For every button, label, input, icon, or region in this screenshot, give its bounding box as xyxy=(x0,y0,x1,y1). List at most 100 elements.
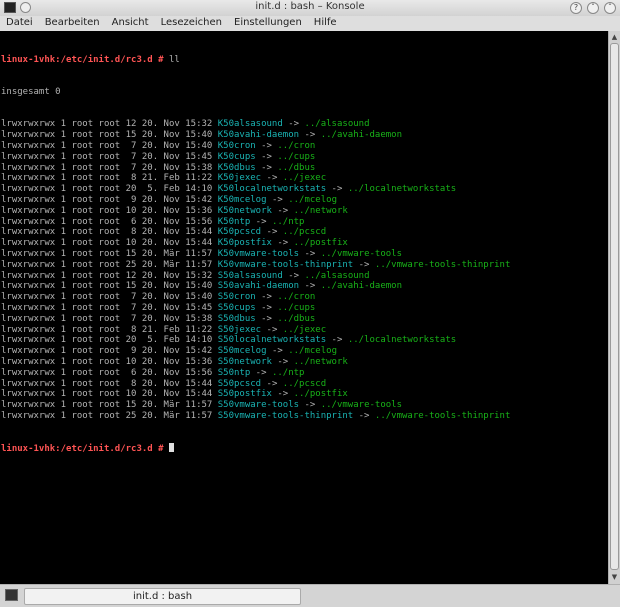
symlink-target: ../ntp xyxy=(271,367,305,378)
title-bar[interactable]: init.d : bash – Konsole ? ˇ ˆ xyxy=(0,0,620,17)
list-item: lrwxrwxrwx 1 root root 7 20. Nov 15:40 S… xyxy=(1,292,510,303)
list-item: lrwxrwxrwx 1 root root 7 20. Nov 15:45 K… xyxy=(1,152,510,163)
link-arrow: -> xyxy=(326,335,348,346)
symlink-name: K50dbus xyxy=(217,162,256,173)
list-item: lrwxrwxrwx 1 root root 7 20. Nov 15:45 S… xyxy=(1,303,510,314)
menu-einstellungen[interactable]: Einstellungen xyxy=(228,16,308,31)
link-arrow: -> xyxy=(261,378,283,389)
link-arrow: -> xyxy=(353,259,375,270)
list-item: lrwxrwxrwx 1 root root 15 20. Nov 15:40 … xyxy=(1,281,510,292)
file-meta: lrwxrwxrwx 1 root root 9 20. Nov 15:42 xyxy=(1,194,218,205)
symlink-target: ../vmware-tools xyxy=(320,248,402,259)
link-arrow: -> xyxy=(250,216,272,227)
terminal-area[interactable]: linux-1vhk:/etc/init.d/rc3.d # ll insges… xyxy=(0,31,608,584)
symlink-name: S50postfix xyxy=(217,389,272,400)
symlink-name: S50avahi-daemon xyxy=(217,281,300,292)
tab-bar: init.d : bash xyxy=(0,584,620,607)
list-item: lrwxrwxrwx 1 root root 9 20. Nov 15:42 K… xyxy=(1,195,510,206)
list-item: lrwxrwxrwx 1 root root 12 20. Nov 15:32 … xyxy=(1,271,510,282)
menu-ansicht[interactable]: Ansicht xyxy=(106,16,155,31)
symlink-target: ../dbus xyxy=(277,313,316,324)
file-meta: lrwxrwxrwx 1 root root 7 20. Nov 15:45 xyxy=(1,151,218,162)
symlink-target: ../vmware-tools-thinprint xyxy=(374,259,511,270)
symlink-name: S50mcelog xyxy=(217,346,267,357)
link-arrow: -> xyxy=(271,356,294,367)
link-arrow: -> xyxy=(282,119,305,130)
file-meta: lrwxrwxrwx 1 root root 15 20. Nov 15:40 xyxy=(1,281,218,292)
file-meta: lrwxrwxrwx 1 root root 7 20. Nov 15:40 xyxy=(1,292,218,303)
file-meta: lrwxrwxrwx 1 root root 20 5. Feb 14:10 xyxy=(1,335,218,346)
list-item: lrwxrwxrwx 1 root root 7 20. Nov 15:38 S… xyxy=(1,314,510,325)
tab-init-d-bash[interactable]: init.d : bash xyxy=(24,588,301,605)
symlink-target: ../network xyxy=(293,205,348,216)
link-arrow: -> xyxy=(266,346,289,357)
list-item: lrwxrwxrwx 1 root root 9 20. Nov 15:42 S… xyxy=(1,346,510,357)
symlink-target: ../alsasound xyxy=(304,119,370,130)
link-arrow: -> xyxy=(255,140,278,151)
scrollbar-thumb[interactable] xyxy=(610,43,619,570)
file-meta: lrwxrwxrwx 1 root root 10 20. Nov 15:36 xyxy=(1,205,218,216)
list-item: lrwxrwxrwx 1 root root 10 20. Nov 15:44 … xyxy=(1,238,510,249)
listing-total: insgesamt 0 xyxy=(1,86,61,97)
symlink-name: K50network xyxy=(217,205,272,216)
symlink-target: ../mcelog xyxy=(288,194,337,205)
symlink-name: K50mcelog xyxy=(217,194,267,205)
list-item: lrwxrwxrwx 1 root root 6 20. Nov 15:56 K… xyxy=(1,217,510,228)
list-item: lrwxrwxrwx 1 root root 20 5. Feb 14:10 K… xyxy=(1,184,510,195)
link-arrow: -> xyxy=(326,184,348,195)
menu-bearbeiten[interactable]: Bearbeiten xyxy=(39,16,106,31)
list-item: lrwxrwxrwx 1 root root 20 5. Feb 14:10 S… xyxy=(1,335,510,346)
symlink-target: ../cron xyxy=(277,292,316,303)
menu-hilfe[interactable]: Hilfe xyxy=(308,16,343,31)
symlink-name: S50vmware-tools-thinprint xyxy=(217,410,354,421)
file-meta: lrwxrwxrwx 1 root root 15 20. Mär 11:57 xyxy=(1,400,218,411)
symlink-name: S50vmware-tools xyxy=(217,400,300,411)
symlink-target: ../vmware-tools-thinprint xyxy=(374,410,511,421)
file-meta: lrwxrwxrwx 1 root root 25 20. Mär 11:57 xyxy=(1,410,218,421)
file-meta: lrwxrwxrwx 1 root root 12 20. Nov 15:32 xyxy=(1,270,218,281)
scroll-up-icon[interactable]: ▲ xyxy=(610,33,619,42)
current-prompt-line: linux-1vhk:/etc/init.d/rc3.d # xyxy=(1,443,510,454)
symlink-target: ../postfix xyxy=(293,238,348,249)
list-item: lrwxrwxrwx 1 root root 25 20. Mär 11:57 … xyxy=(1,411,510,422)
help-icon[interactable]: ? xyxy=(570,2,582,14)
list-item: lrwxrwxrwx 1 root root 15 20. Nov 15:40 … xyxy=(1,130,510,141)
link-arrow: -> xyxy=(271,238,294,249)
file-meta: lrwxrwxrwx 1 root root 7 20. Nov 15:45 xyxy=(1,302,218,313)
list-item: lrwxrwxrwx 1 root root 6 20. Nov 15:56 S… xyxy=(1,368,510,379)
symlink-name: S50cron xyxy=(217,292,256,303)
symlink-name: S50alsasound xyxy=(217,270,283,281)
symlink-target: ../localnetworkstats xyxy=(347,184,457,195)
text-cursor xyxy=(168,443,174,453)
minimize-icon[interactable]: ˇ xyxy=(587,2,599,14)
file-meta: lrwxrwxrwx 1 root root 10 20. Nov 15:44 xyxy=(1,389,218,400)
new-tab-icon[interactable] xyxy=(5,589,18,601)
file-meta: lrwxrwxrwx 1 root root 6 20. Nov 15:56 xyxy=(1,216,218,227)
symlink-name: S50localnetworkstats xyxy=(217,335,327,346)
link-arrow: -> xyxy=(299,281,321,292)
scrollbar[interactable]: ▲ ▼ xyxy=(608,31,620,584)
symlink-target: ../cups xyxy=(277,302,316,313)
list-item: lrwxrwxrwx 1 root root 15 20. Mär 11:57 … xyxy=(1,249,510,260)
file-meta: lrwxrwxrwx 1 root root 8 21. Feb 11:22 xyxy=(1,173,218,184)
list-item: lrwxrwxrwx 1 root root 8 21. Feb 11:22 K… xyxy=(1,173,510,184)
maximize-icon[interactable]: ˆ xyxy=(604,2,616,14)
scroll-down-icon[interactable]: ▼ xyxy=(610,573,619,582)
list-item: lrwxrwxrwx 1 root root 10 20. Nov 15:36 … xyxy=(1,206,510,217)
menu-datei[interactable]: Datei xyxy=(0,16,39,31)
link-arrow: -> xyxy=(299,400,321,411)
symlink-name: S50cups xyxy=(217,302,256,313)
link-arrow: -> xyxy=(261,324,283,335)
link-arrow: -> xyxy=(282,270,305,281)
symlink-name: K50vmware-tools xyxy=(217,248,300,259)
symlink-target: ../localnetworkstats xyxy=(347,335,457,346)
symlink-name: S50jexec xyxy=(217,324,262,335)
symlink-name: K50cups xyxy=(217,151,256,162)
list-item: lrwxrwxrwx 1 root root 8 20. Nov 15:44 K… xyxy=(1,227,510,238)
symlink-name: S50ntp xyxy=(217,367,251,378)
file-meta: lrwxrwxrwx 1 root root 15 20. Nov 15:40 xyxy=(1,130,218,141)
link-arrow: -> xyxy=(250,367,272,378)
link-arrow: -> xyxy=(353,410,375,421)
link-arrow: -> xyxy=(255,292,278,303)
menu-lesezeichen[interactable]: Lesezeichen xyxy=(155,16,228,31)
